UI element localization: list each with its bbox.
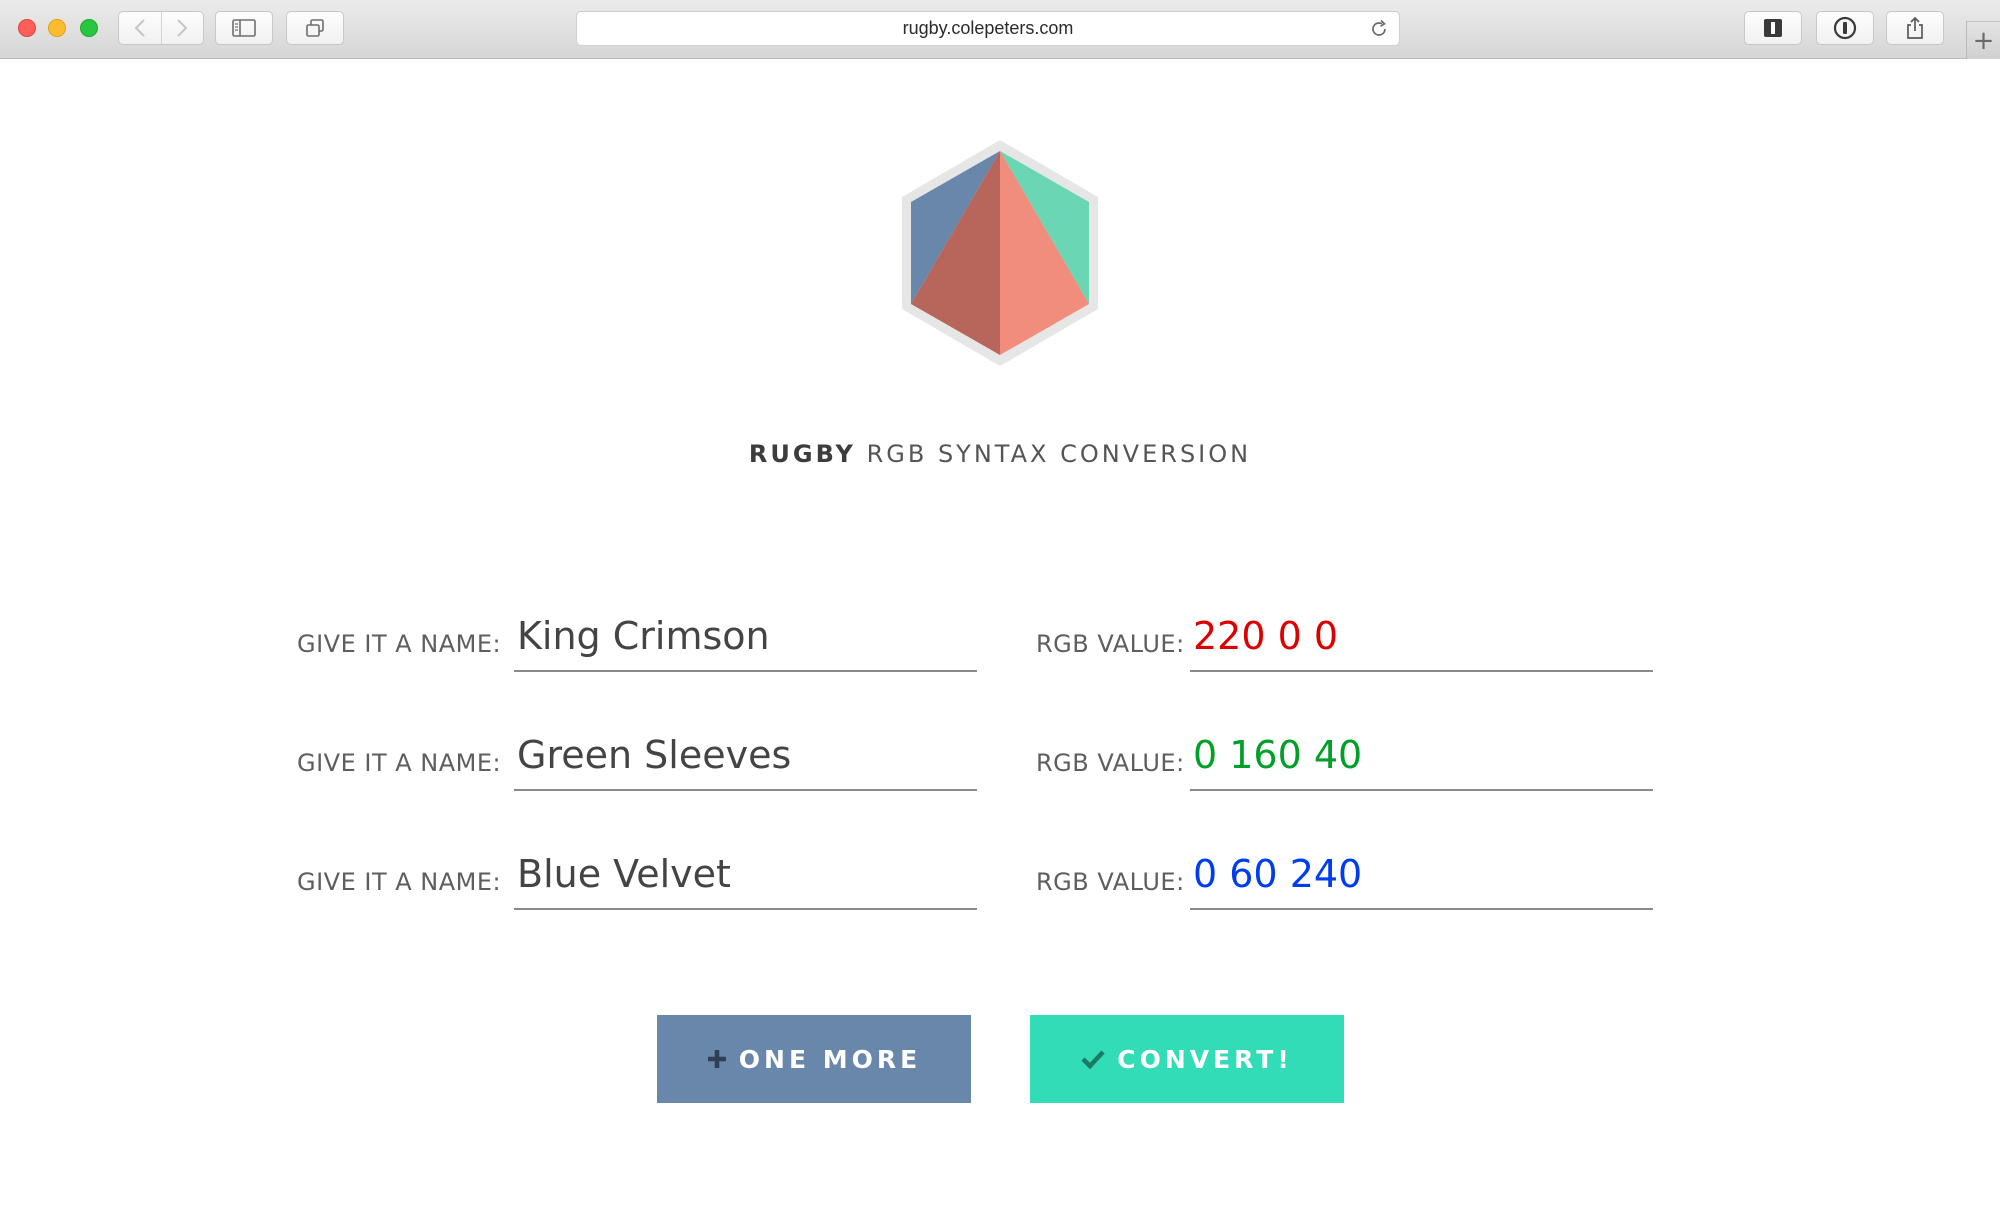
share-button[interactable] — [1886, 11, 1944, 45]
sidebar-icon — [232, 19, 256, 37]
address-bar[interactable]: rugby.colepeters.com — [576, 11, 1400, 46]
rgb-label: RGB VALUE: — [1036, 749, 1185, 777]
reader-icon — [1764, 19, 1782, 37]
convert-button[interactable]: CONVERT! — [1030, 1015, 1344, 1103]
plus-icon — [707, 1050, 726, 1068]
chevron-left-icon — [134, 19, 145, 37]
rgb-input[interactable]: 0 160 40 — [1190, 731, 1653, 791]
name-label: GIVE IT A NAME: — [297, 868, 502, 896]
name-input[interactable]: Green Sleeves — [514, 731, 977, 791]
checkmark-icon — [1081, 1050, 1105, 1069]
chevron-right-icon — [177, 19, 188, 37]
brand-name: RUGBY — [748, 440, 856, 468]
rugby-logo — [902, 140, 1098, 366]
name-input[interactable]: Blue Velvet — [514, 850, 977, 910]
password-manager-button[interactable] — [1816, 11, 1874, 45]
minimize-window-button[interactable] — [48, 19, 66, 37]
sidebar-button[interactable] — [215, 11, 273, 45]
rgb-label: RGB VALUE: — [1036, 868, 1185, 896]
tabs-overview-button[interactable] — [286, 11, 344, 45]
name-label: GIVE IT A NAME: — [297, 630, 502, 658]
url-text: rugby.colepeters.com — [902, 18, 1074, 38]
one-more-button[interactable]: ONE MORE — [657, 1015, 971, 1103]
rgb-label: RGB VALUE: — [1036, 630, 1185, 658]
new-tab-button[interactable]: + — [1966, 21, 2000, 59]
share-icon — [1907, 16, 1923, 39]
back-button[interactable] — [119, 12, 161, 44]
plus-icon: + — [1972, 25, 1995, 56]
reader-button[interactable] — [1744, 11, 1802, 45]
tabs-overview-icon — [306, 19, 324, 37]
reload-icon[interactable] — [1369, 19, 1389, 39]
zoom-window-button[interactable] — [80, 19, 98, 37]
color-row: GIVE IT A NAME: Blue Velvet RGB VALUE: 0… — [0, 850, 2000, 920]
page-title: RUGBY RGB SYNTAX CONVERSION — [0, 440, 2000, 468]
browser-toolbar: rugby.colepeters.com + — [0, 0, 2000, 59]
history-navigation — [118, 11, 204, 45]
rgb-input[interactable]: 0 60 240 — [1190, 850, 1653, 910]
rgb-input[interactable]: 220 0 0 — [1190, 612, 1653, 672]
forward-button[interactable] — [160, 12, 203, 44]
password-manager-icon — [1833, 16, 1857, 40]
convert-label: CONVERT! — [1117, 1044, 1293, 1074]
page-subtitle: RGB SYNTAX CONVERSION — [866, 440, 1252, 468]
one-more-label: ONE MORE — [738, 1044, 922, 1074]
name-input[interactable]: King Crimson — [514, 612, 977, 672]
color-row: GIVE IT A NAME: Green Sleeves RGB VALUE:… — [0, 731, 2000, 801]
name-label: GIVE IT A NAME: — [297, 749, 502, 777]
close-window-button[interactable] — [18, 19, 36, 37]
color-row: GIVE IT A NAME: King Crimson RGB VALUE: … — [0, 612, 2000, 682]
